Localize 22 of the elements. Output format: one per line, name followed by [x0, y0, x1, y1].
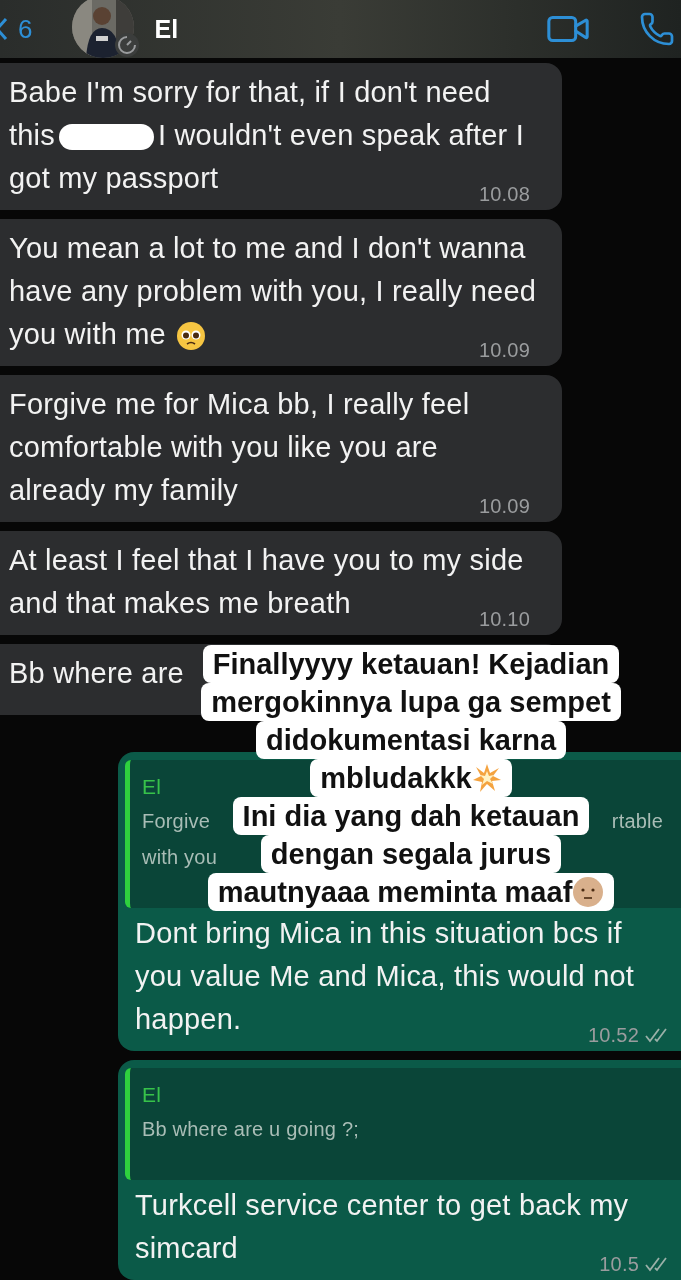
quote-text: with you — [142, 845, 217, 870]
message-text: Bb where are — [9, 657, 184, 689]
explosion-icon — [471, 763, 502, 793]
quote-author: El — [142, 1082, 162, 1108]
message-time: 10.10 — [478, 607, 530, 631]
message-time: 10.09 — [478, 338, 530, 362]
message-time: 10.08 — [478, 182, 530, 206]
message-text: Forgive me for Mica bb, I really feel comfortable with you like you are already my family — [9, 388, 470, 506]
message-time: 10.09 — [478, 494, 530, 518]
pleading-face-icon — [175, 321, 206, 352]
quote-text: Bb where are u going ?; — [142, 1117, 359, 1142]
face-icon — [572, 876, 605, 908]
chevron-left-icon — [0, 17, 8, 41]
contact-name: El — [154, 14, 180, 44]
quote-text: Forgive — [142, 809, 211, 834]
message-time: 10.52 — [587, 1023, 639, 1047]
quote-author: El — [142, 774, 162, 800]
quote-text: rtable — [611, 809, 663, 834]
call-button[interactable] — [639, 11, 675, 47]
message-time: 10.5 — [599, 1252, 639, 1276]
timer-icon — [114, 32, 141, 58]
back-button[interactable]: 6 — [0, 13, 33, 45]
